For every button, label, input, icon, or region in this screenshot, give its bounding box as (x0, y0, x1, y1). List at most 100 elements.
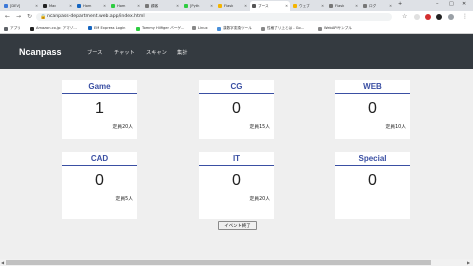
tab-favicon-icon (293, 4, 297, 8)
booth-card-cg[interactable]: CG 0 定員15人 (199, 80, 274, 139)
extension-icon[interactable] (414, 14, 420, 20)
horizontal-scrollbar[interactable]: ◀ ▶ (0, 259, 473, 266)
bookmark-favicon-icon (30, 26, 34, 31)
scroll-right-icon[interactable]: ▶ (467, 259, 470, 266)
close-icon[interactable]: ✕ (210, 4, 213, 8)
brand-logo[interactable]: Ncanpass (19, 47, 62, 57)
minimize-icon[interactable]: – (436, 1, 439, 7)
booth-card-it[interactable]: IT 0 定員20人 (199, 152, 274, 219)
browser-tab[interactable]: 顧客 ✕ (143, 1, 181, 11)
card-title: CAD (62, 152, 137, 166)
nav-link-scan[interactable]: スキャン (146, 49, 167, 56)
browser-tab-active[interactable]: ブース ✕ (250, 1, 290, 11)
close-icon[interactable]: ✕ (137, 4, 140, 8)
tab-favicon-icon (184, 4, 188, 8)
browser-toolbar: ← → ↻ 🔒 ncanpass-department.web.app/inde… (0, 11, 473, 23)
card-body: 0 定員10人 (335, 94, 410, 139)
browser-tab[interactable]: Mac ✕ (41, 1, 74, 11)
close-icon[interactable]: ✕ (176, 4, 179, 8)
close-icon[interactable]: ✕ (103, 4, 106, 8)
bookmark-item[interactable]: 性格了リ上とは - Go... (261, 26, 304, 31)
extension-icon[interactable] (425, 14, 431, 20)
new-tab-icon[interactable]: + (398, 1, 402, 7)
maximize-icon[interactable]: □ (449, 1, 454, 7)
close-icon[interactable]: ✕ (389, 4, 392, 8)
bookmark-item[interactable]: Tommy Hilfiger バーゲ... (136, 26, 184, 31)
tab-favicon-icon (43, 4, 47, 8)
card-title: CG (199, 80, 274, 94)
browser-tab[interactable]: ログ ✕ (361, 1, 394, 11)
card-title: Game (62, 80, 137, 94)
window-close-icon[interactable]: ✕ (462, 1, 466, 7)
browser-tab[interactable]: Hom ✕ (109, 1, 142, 11)
visitor-count: 0 (368, 100, 377, 117)
nav-link-booth[interactable]: ブース (87, 49, 102, 56)
close-icon[interactable]: ✕ (355, 4, 358, 8)
browser-tab[interactable]: Hom ✕ (75, 1, 108, 11)
star-icon[interactable]: ☆ (402, 13, 407, 21)
close-icon[interactable]: ✕ (321, 4, 324, 8)
bookmark-item[interactable]: Amazon.co.jp: アマゾ... (30, 26, 77, 31)
bookmark-favicon-icon (318, 26, 322, 31)
card-title: WEB (335, 80, 410, 94)
back-icon[interactable]: ← (5, 13, 10, 21)
browser-tab[interactable]: [Pyth ✕ (182, 1, 215, 11)
bookmark-item[interactable]: EM Express Login (88, 26, 125, 30)
close-icon[interactable]: ✕ (244, 4, 247, 8)
bookmark-item[interactable]: 漢数字変換ツール (217, 26, 252, 31)
card-title: IT (199, 152, 274, 166)
booth-card-special[interactable]: Special 0 (335, 152, 410, 219)
card-body: 0 定員5人 (62, 166, 137, 219)
capacity-label: 定員20人 (249, 197, 271, 202)
menu-kebab-icon[interactable]: ⋮ (462, 13, 468, 21)
booth-card-web[interactable]: WEB 0 定員10人 (335, 80, 410, 139)
tab-favicon-icon (4, 4, 8, 8)
nav-link-chat[interactable]: チャット (114, 49, 135, 56)
card-body: 0 定員15人 (199, 94, 274, 139)
capacity-label: 定員5人 (115, 197, 133, 202)
tab-favicon-icon (111, 4, 115, 8)
bookmark-favicon-icon (217, 26, 221, 31)
card-title: Special (335, 152, 410, 166)
reload-icon[interactable]: ↻ (27, 13, 32, 21)
nav-link-summary[interactable]: 集計 (177, 49, 187, 56)
bookmark-favicon-icon (136, 26, 140, 31)
tab-favicon-icon (77, 4, 81, 8)
lock-icon: 🔒 (40, 14, 47, 20)
close-icon[interactable]: ✕ (285, 4, 288, 8)
end-event-button[interactable]: イベント終了 (218, 221, 257, 230)
visitor-count: 0 (95, 172, 104, 189)
tab-favicon-icon (145, 4, 149, 8)
capacity-label: 定員15人 (249, 125, 271, 130)
card-body: 1 定員20人 (62, 94, 137, 139)
close-icon[interactable]: ✕ (35, 4, 38, 8)
tab-favicon-icon (363, 4, 367, 8)
visitor-count: 0 (232, 172, 241, 189)
profile-avatar[interactable] (448, 14, 454, 20)
address-bar[interactable]: 🔒 ncanpass-department.web.app/index.html (36, 13, 392, 21)
card-body: 0 定員20人 (199, 166, 274, 219)
forward-icon[interactable]: → (16, 13, 21, 21)
browser-tab[interactable]: Flask ✕ (327, 1, 360, 11)
bookmark-apps[interactable]: アプリ (4, 26, 21, 31)
capacity-label: 定員20人 (112, 125, 134, 130)
bookmark-favicon-icon (192, 26, 196, 30)
bookmark-item[interactable]: Linux (192, 26, 208, 30)
booth-card-game[interactable]: Game 1 定員20人 (62, 80, 137, 139)
bookmark-item[interactable]: WebAPIサンプル (318, 26, 352, 31)
app-navbar: Ncanpass ブース チャット スキャン 集計 (0, 34, 473, 69)
close-icon[interactable]: ✕ (69, 4, 72, 8)
bookmark-favicon-icon (261, 26, 265, 31)
extension-icon[interactable] (436, 14, 442, 20)
browser-tab-strip: [DEV] ✕ Mac ✕ Hom ✕ Hom ✕ 顧客 ✕ [Pyth ✕ Flask ✕ … (0, 0, 473, 11)
tab-favicon-icon (218, 4, 222, 8)
bookmarks-bar: アプリ Amazon.co.jp: アマゾ... EM Express Logi… (0, 23, 473, 34)
browser-tab[interactable]: [DEV] ✕ (2, 1, 40, 11)
bookmark-favicon-icon (88, 26, 92, 30)
booth-card-cad[interactable]: CAD 0 定員5人 (62, 152, 137, 219)
browser-tab[interactable]: ウェブ ✕ (291, 1, 326, 11)
browser-tab[interactable]: Flask ✕ (216, 1, 249, 11)
scrollbar-thumb[interactable] (6, 260, 431, 265)
scroll-left-icon[interactable]: ◀ (1, 259, 4, 266)
tab-favicon-icon (252, 4, 256, 8)
